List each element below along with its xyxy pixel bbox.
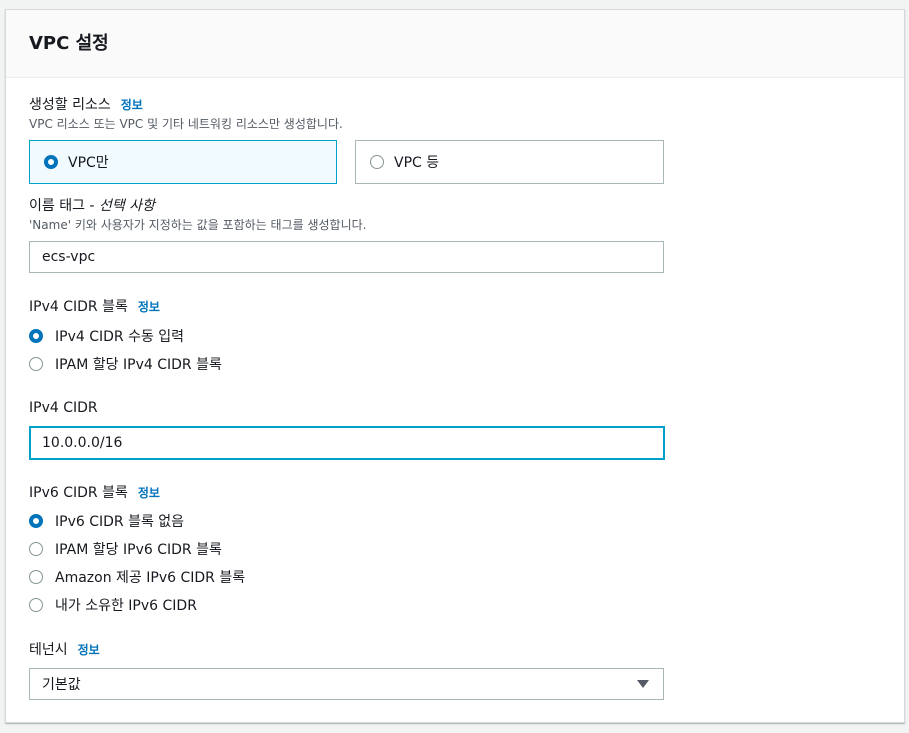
radio-ipv4-manual[interactable]: [29, 329, 43, 343]
radio-ipv4-ipam-label: IPAM 할당 IPv4 CIDR 블록: [55, 357, 222, 373]
radio-ipv6-ipam-label: IPAM 할당 IPv6 CIDR 블록: [55, 542, 222, 558]
radio-ipv6-byoip-label: 내가 소유한 IPv6 CIDR: [55, 598, 197, 614]
tenancy-label-text: 테넌시: [29, 642, 68, 658]
tile-vpc-and-more-label: VPC 등: [394, 155, 440, 171]
radio-ipv6-ipam[interactable]: [29, 542, 43, 556]
tile-vpc-only[interactable]: VPC만: [29, 140, 337, 184]
ipv4-block-label: IPv4 CIDR 블록 정보: [29, 297, 160, 317]
tenancy-select[interactable]: 기본값: [29, 668, 664, 700]
ipv6-block-label-text: IPv6 CIDR 블록: [29, 485, 128, 501]
ipv4-cidr-input[interactable]: [29, 426, 665, 460]
radio-row-ipv6-none[interactable]: IPv6 CIDR 블록 없음: [29, 511, 184, 531]
name-tag-optional: 선택 사항: [98, 198, 155, 214]
name-tag-label: 이름 태그 - 선택 사항: [29, 196, 155, 216]
radio-ipv6-amazon-label: Amazon 제공 IPv6 CIDR 블록: [55, 570, 246, 586]
name-tag-description: 'Name' 키와 사용자가 지정하는 값을 포함하는 태그를 생성합니다.: [29, 218, 367, 232]
tile-vpc-only-label: VPC만: [68, 155, 109, 171]
ipv6-block-label: IPv6 CIDR 블록 정보: [29, 483, 160, 503]
resources-description: VPC 리소스 또는 VPC 및 기타 네트워킹 리소스만 생성합니다.: [29, 117, 343, 131]
radio-vpc-only[interactable]: [44, 155, 58, 169]
radio-ipv6-amazon[interactable]: [29, 570, 43, 584]
radio-row-ipv6-byoip[interactable]: 내가 소유한 IPv6 CIDR: [29, 595, 197, 615]
tile-vpc-and-more[interactable]: VPC 등: [355, 140, 664, 184]
panel-title: VPC 설정: [29, 33, 109, 54]
tenancy-select-value: 기본값: [42, 677, 81, 693]
radio-vpc-and-more[interactable]: [370, 155, 384, 169]
resources-info-link[interactable]: 정보: [121, 98, 143, 112]
radio-row-ipv4-manual[interactable]: IPv4 CIDR 수동 입력: [29, 326, 184, 346]
radio-row-ipv6-ipam[interactable]: IPAM 할당 IPv6 CIDR 블록: [29, 539, 222, 559]
radio-ipv4-ipam[interactable]: [29, 357, 43, 371]
name-tag-input[interactable]: [29, 241, 664, 273]
radio-ipv6-none-label: IPv6 CIDR 블록 없음: [55, 514, 185, 530]
radio-ipv6-none[interactable]: [29, 514, 43, 528]
ipv4-block-info-link[interactable]: 정보: [138, 300, 160, 314]
ipv4-cidr-label: IPv4 CIDR: [29, 400, 98, 416]
ipv4-block-label-text: IPv4 CIDR 블록: [29, 299, 128, 315]
radio-row-ipv6-amazon[interactable]: Amazon 제공 IPv6 CIDR 블록: [29, 567, 245, 587]
resources-label: 생성할 리소스 정보: [29, 95, 143, 115]
tenancy-info-link[interactable]: 정보: [78, 643, 100, 657]
radio-ipv4-manual-label: IPv4 CIDR 수동 입력: [55, 329, 185, 345]
radio-row-ipv4-ipam[interactable]: IPAM 할당 IPv4 CIDR 블록: [29, 354, 222, 374]
tenancy-label: 테넌시 정보: [29, 640, 100, 660]
radio-ipv6-byoip[interactable]: [29, 598, 43, 612]
caret-down-icon: [637, 680, 649, 688]
ipv6-block-info-link[interactable]: 정보: [138, 486, 160, 500]
resources-label-text: 생성할 리소스: [29, 97, 111, 113]
name-tag-label-text: 이름 태그 -: [29, 198, 99, 214]
panel-header: VPC 설정: [6, 10, 904, 78]
